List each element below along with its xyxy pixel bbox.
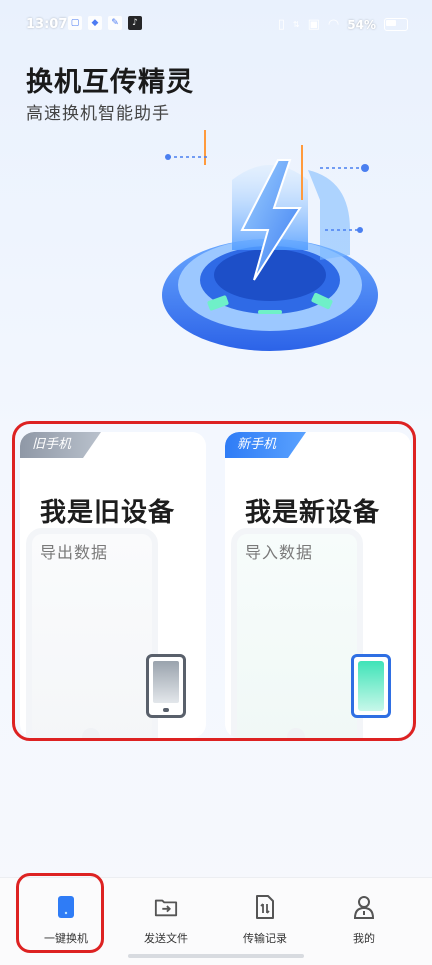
tab-send-files[interactable]: 发送文件 [116,878,216,965]
shield-notification-icon: ◆ [88,16,102,30]
cards-highlight-box [12,421,416,741]
transfer-record-icon [256,895,274,919]
app-subtitle: 高速换机智能助手 [26,104,170,124]
user-icon [353,896,375,919]
tab-label: 我的 [353,932,375,945]
network-speed-icon: ⇅ [292,20,300,29]
app-title: 换机互传精灵 [26,67,194,98]
app-notification-icon: ▢ [68,16,82,30]
tiktok-icon: ♪ [128,16,142,30]
home-indicator[interactable] [128,954,304,958]
transfer-hero-illustration [162,130,378,351]
sim-icon: ▣ [307,17,320,32]
status-time: 13:07 [26,17,68,32]
tab-mine[interactable]: 我的 [314,878,414,965]
wifi-icon: ◠ [327,17,340,32]
status-bar: 13:07 ▢ ◆ ✎ ♪ ▯ ⇅ ▣ ◠ 54% [0,0,432,52]
battery-percent: 54% [347,17,376,32]
battery-icon [384,18,408,31]
tab-transfer-records[interactable]: 传输记录 [215,878,315,965]
tab-label: 发送文件 [144,932,188,945]
leaf-notification-icon: ✎ [108,16,122,30]
notification-icons: ▢ ◆ ✎ ♪ [68,16,142,30]
folder-send-icon [154,899,178,917]
tab-highlight-box [16,873,104,953]
vibrate-icon: ▯ [277,17,285,32]
tab-label: 传输记录 [243,932,287,945]
system-status: ▯ ⇅ ▣ ◠ 54% [278,17,408,32]
